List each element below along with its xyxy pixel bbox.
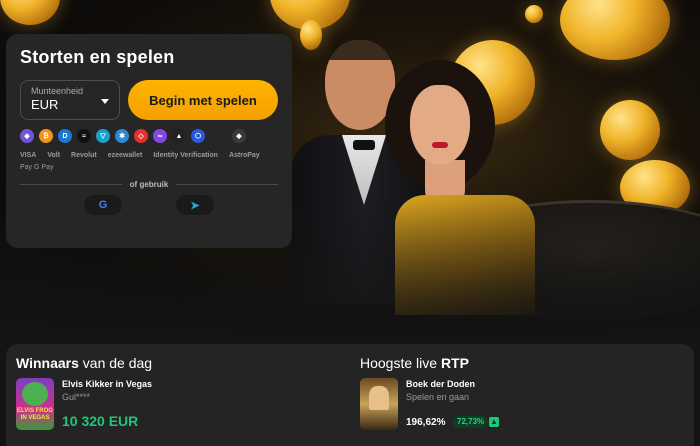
rtp-value: 196,62% xyxy=(406,417,446,428)
explorer-icon xyxy=(369,386,389,410)
deposit-title: Storten en spelen xyxy=(20,47,175,67)
winner-amount: 10 320 EUR xyxy=(62,413,139,429)
elvis-frog-logo: ELVIS FROG IN VEGAS xyxy=(17,408,53,421)
polygon-icon: ∞ xyxy=(153,129,167,143)
or-use-divider: of gebruik xyxy=(20,180,279,189)
gold-coin xyxy=(0,0,60,25)
currency-select[interactable]: Munteenheid EUR xyxy=(20,80,120,120)
currency-label: Munteenheid xyxy=(31,86,84,96)
ethereum-icon: ◆ xyxy=(20,129,34,143)
payment-methods: VISA Volt Revolut ezeewallet Identity Verifi… xyxy=(20,152,278,159)
winner-game-name[interactable]: Elvis Kikker in Vegas xyxy=(62,379,152,389)
currency-value: EUR xyxy=(31,97,59,112)
winner-username: Gul**** xyxy=(62,392,91,402)
tron-icon: ▽ xyxy=(96,129,110,143)
payment-method-logo: VISA xyxy=(20,152,37,159)
winners-title: Winnaars van de dag xyxy=(16,355,153,371)
payment-method-logo: Revolut xyxy=(71,152,97,159)
deposit-card: Storten en spelen Munteenheid EUR Begin … xyxy=(6,34,292,248)
payment-method-logo: ezeewallet xyxy=(107,152,143,159)
bitcoin-icon: ₿ xyxy=(39,129,53,143)
social-login: G ➤ xyxy=(20,195,278,215)
gold-coin xyxy=(525,5,543,23)
gold-coin xyxy=(560,0,670,60)
divider-text: of gebruik xyxy=(129,180,169,189)
bnb-icon: ◇ xyxy=(134,129,148,143)
stellar-icon: ≈ xyxy=(77,129,91,143)
rtp-game-name[interactable]: Boek der Doden xyxy=(406,379,475,389)
start-playing-button[interactable]: Begin met spelen xyxy=(128,80,278,120)
winner-game-thumbnail[interactable]: ELVIS FROG IN VEGAS xyxy=(16,378,54,430)
arrow-up-icon: ▲ xyxy=(489,417,499,427)
ripple-icon: ✱ xyxy=(115,129,129,143)
google-icon[interactable]: G xyxy=(84,195,122,215)
payment-method-logo: Identity Verification xyxy=(153,152,218,159)
ethereum-classic-icon: ▲ xyxy=(172,129,186,143)
crypto-icons: ◆ ₿ D ≈ ▽ ✱ ◇ ∞ ▲ ⬡ ◆ xyxy=(20,129,278,143)
gold-coin xyxy=(600,100,660,160)
frog-icon xyxy=(22,382,48,406)
payment-method-logo: AstroPay xyxy=(228,152,260,159)
wallet-methods: Pay G Pay xyxy=(20,164,54,171)
rtp-title: Hoogste live RTP xyxy=(360,355,469,371)
rtp-change-badge: 72,73% xyxy=(453,416,489,428)
binance-coin-icon: ◆ xyxy=(232,129,246,143)
rtp-game-thumbnail[interactable] xyxy=(360,378,398,430)
dash-icon: D xyxy=(58,129,72,143)
telegram-icon[interactable]: ➤ xyxy=(176,195,214,215)
rtp-provider: Spelen en gaan xyxy=(406,392,470,402)
chevron-down-icon xyxy=(101,99,109,104)
stats-panel: Winnaars van de dag ELVIS FROG IN VEGAS E… xyxy=(6,344,694,446)
payment-method-logo: Volt xyxy=(47,152,61,159)
chainlink-icon: ⬡ xyxy=(191,129,205,143)
